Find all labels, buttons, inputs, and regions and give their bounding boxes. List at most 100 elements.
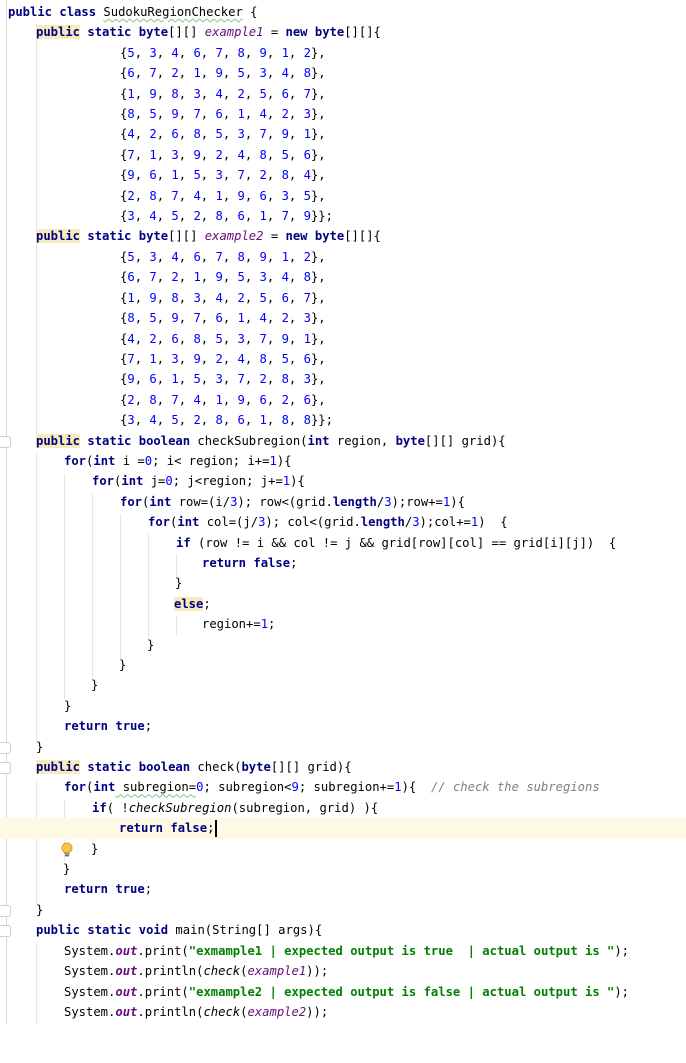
text: [][] grid){ bbox=[424, 433, 506, 448]
code-line[interactable]: } bbox=[0, 696, 686, 716]
array-row-line[interactable]: {9, 6, 1, 5, 3, 7, 2, 8, 4}, bbox=[0, 165, 686, 185]
text: )); bbox=[306, 1004, 329, 1019]
array-row-line[interactable]: {1, 9, 8, 3, 4, 2, 5, 6, 7}, bbox=[0, 84, 686, 104]
array-row-line[interactable]: {7, 1, 3, 9, 2, 4, 8, 5, 6}, bbox=[0, 349, 686, 369]
code-line[interactable]: System.out.print("exmample2 | expected o… bbox=[0, 982, 686, 1002]
code-line[interactable]: } bbox=[0, 675, 686, 695]
code-line[interactable]: return false; bbox=[0, 553, 686, 573]
keyword: byte bbox=[241, 760, 271, 775]
code-line[interactable]: System.out.println(check(example1)); bbox=[0, 961, 686, 981]
array-row-line[interactable]: {3, 4, 5, 2, 8, 6, 1, 7, 9}}; bbox=[0, 206, 686, 226]
fold-marker-icon[interactable] bbox=[0, 762, 11, 775]
array-row-line[interactable]: {2, 8, 7, 4, 1, 9, 6, 2, 6}, bbox=[0, 390, 686, 410]
keyword: int bbox=[93, 780, 116, 795]
code-line[interactable]: public static boolean check(byte[][] gri… bbox=[0, 757, 686, 777]
array-row-line[interactable]: {5, 3, 4, 6, 7, 8, 9, 1, 2}, bbox=[0, 247, 686, 267]
example2-rows: {5, 3, 4, 6, 7, 8, 9, 1, 2}, {6, 7, 2, 1,… bbox=[0, 247, 686, 431]
code-line[interactable]: } bbox=[0, 737, 686, 757]
array-row-line[interactable]: {8, 5, 9, 7, 6, 1, 4, 2, 3}, bbox=[0, 308, 686, 328]
text: System. bbox=[64, 943, 116, 958]
keyword: new bbox=[285, 25, 308, 40]
class-name: SudokuRegionChecker bbox=[103, 5, 243, 19]
fold-marker-icon[interactable] bbox=[0, 741, 11, 754]
text: region, bbox=[329, 433, 396, 448]
array-row-line[interactable]: {7, 1, 3, 9, 2, 4, 8, 5, 6}, bbox=[0, 145, 686, 165]
field-name: example1 bbox=[247, 964, 307, 979]
keyword: byte bbox=[307, 25, 345, 40]
code-line[interactable]: else; bbox=[0, 594, 686, 614]
comment: // check the subregions bbox=[430, 780, 600, 795]
code-line[interactable]: public static byte[][] example1 = new by… bbox=[0, 22, 686, 42]
code-line[interactable]: for(int j=0; j<region; j+=1){ bbox=[0, 471, 686, 491]
array-row-line[interactable]: {4, 2, 6, 8, 5, 3, 7, 9, 1}, bbox=[0, 124, 686, 144]
code-line[interactable]: public static void main(String[] args){ bbox=[0, 920, 686, 940]
code-line[interactable]: for(int subregion=0; subregion<9; subreg… bbox=[0, 777, 686, 797]
array-row: {9, 6, 1, 5, 3, 7, 2, 8, 4}, bbox=[120, 168, 326, 183]
array-row-line[interactable]: {9, 6, 1, 5, 3, 7, 2, 8, 3}, bbox=[0, 369, 686, 389]
keyword: return false bbox=[202, 555, 291, 570]
code-line[interactable]: region+=1; bbox=[0, 614, 686, 634]
method-name: checkSubregion( bbox=[190, 433, 308, 448]
text: ( ! bbox=[106, 800, 129, 815]
text: ) { bbox=[478, 515, 508, 530]
code-line[interactable]: return true; bbox=[0, 879, 686, 899]
fold-marker-icon[interactable] bbox=[0, 435, 11, 448]
string-literal: "exmample2 | expected output is false | … bbox=[188, 984, 615, 999]
fold-marker-icon[interactable] bbox=[0, 904, 11, 917]
text: = bbox=[263, 25, 286, 40]
lightbulb-icon[interactable] bbox=[16, 821, 73, 857]
keyword: static bbox=[80, 229, 139, 244]
code-line[interactable]: return true; bbox=[0, 716, 686, 736]
text: ; bbox=[144, 882, 153, 897]
code-line[interactable]: for(int row=(i/3); row<(grid.length/3);r… bbox=[0, 492, 686, 512]
code-line[interactable]: } bbox=[0, 655, 686, 675]
text: ){ bbox=[450, 494, 465, 509]
code-line[interactable]: public static boolean checkSubregion(int… bbox=[0, 431, 686, 451]
keyword: byte bbox=[395, 433, 425, 448]
text: ; i< region; i+= bbox=[152, 453, 270, 468]
brace: { bbox=[242, 5, 258, 19]
code-line[interactable]: for(int i =0; i< region; i+=1){ bbox=[0, 451, 686, 471]
brace: } bbox=[91, 678, 99, 693]
code-line[interactable]: if (row != i && col != j && grid[row][co… bbox=[0, 533, 686, 553]
array-row-line[interactable]: {4, 2, 6, 8, 5, 3, 7, 9, 1}, bbox=[0, 329, 686, 349]
code-editor[interactable]: public class SudokuRegionChecker { publi… bbox=[0, 2, 686, 1022]
field-name: example1 bbox=[204, 25, 264, 40]
code-line[interactable]: public static byte[][] example2 = new by… bbox=[0, 226, 686, 246]
code-line[interactable]: } bbox=[0, 635, 686, 655]
keyword: class bbox=[59, 5, 97, 19]
text: [][]{ bbox=[344, 229, 381, 244]
code-line[interactable]: System.out.println(check(example2)); bbox=[0, 1002, 686, 1022]
array-row-line[interactable]: {1, 9, 8, 3, 4, 2, 5, 6, 7}, bbox=[0, 288, 686, 308]
code-line[interactable]: } bbox=[0, 839, 686, 859]
number: 3 bbox=[384, 494, 392, 509]
code-line[interactable]: if( !checkSubregion(subregion, grid) ){ bbox=[0, 798, 686, 818]
keyword: int bbox=[149, 494, 172, 509]
code-line[interactable]: public class SudokuRegionChecker { bbox=[0, 2, 686, 22]
text: [][] bbox=[168, 25, 205, 40]
brace: } bbox=[175, 576, 183, 591]
text: ; bbox=[203, 596, 211, 611]
keyword: int bbox=[93, 453, 116, 468]
field-name: length bbox=[360, 515, 405, 530]
code-line[interactable]: } bbox=[0, 900, 686, 920]
code-line[interactable]: for(int col=(j/3); col<(grid.length/3);c… bbox=[0, 512, 686, 532]
code-line[interactable]: } bbox=[0, 859, 686, 879]
array-row-line[interactable]: {2, 8, 7, 4, 1, 9, 6, 3, 5}, bbox=[0, 186, 686, 206]
keyword: for bbox=[148, 515, 171, 530]
static-field: out bbox=[115, 984, 138, 999]
array-row-line[interactable]: {8, 5, 9, 7, 6, 1, 4, 2, 3}, bbox=[0, 104, 686, 124]
keyword: else bbox=[174, 596, 204, 611]
array-row-line[interactable]: {5, 3, 4, 6, 7, 8, 9, 1, 2}, bbox=[0, 43, 686, 63]
array-row-line[interactable]: {6, 7, 2, 1, 9, 5, 3, 4, 8}, bbox=[0, 267, 686, 287]
keyword: new bbox=[285, 229, 308, 244]
code-line-current[interactable]: return false; bbox=[0, 818, 686, 857]
static-field: out bbox=[115, 1004, 138, 1019]
example1-rows: {5, 3, 4, 6, 7, 8, 9, 1, 2}, {6, 7, 2, 1,… bbox=[0, 43, 686, 227]
fold-marker-icon[interactable] bbox=[0, 925, 11, 938]
text: ; bbox=[207, 821, 215, 836]
array-row-line[interactable]: {6, 7, 2, 1, 9, 5, 3, 4, 8}, bbox=[0, 63, 686, 83]
code-line[interactable]: } bbox=[0, 573, 686, 593]
array-row-line[interactable]: {3, 4, 5, 2, 8, 6, 1, 8, 8}}; bbox=[0, 410, 686, 430]
code-line[interactable]: System.out.print("exmample1 | expected o… bbox=[0, 941, 686, 961]
